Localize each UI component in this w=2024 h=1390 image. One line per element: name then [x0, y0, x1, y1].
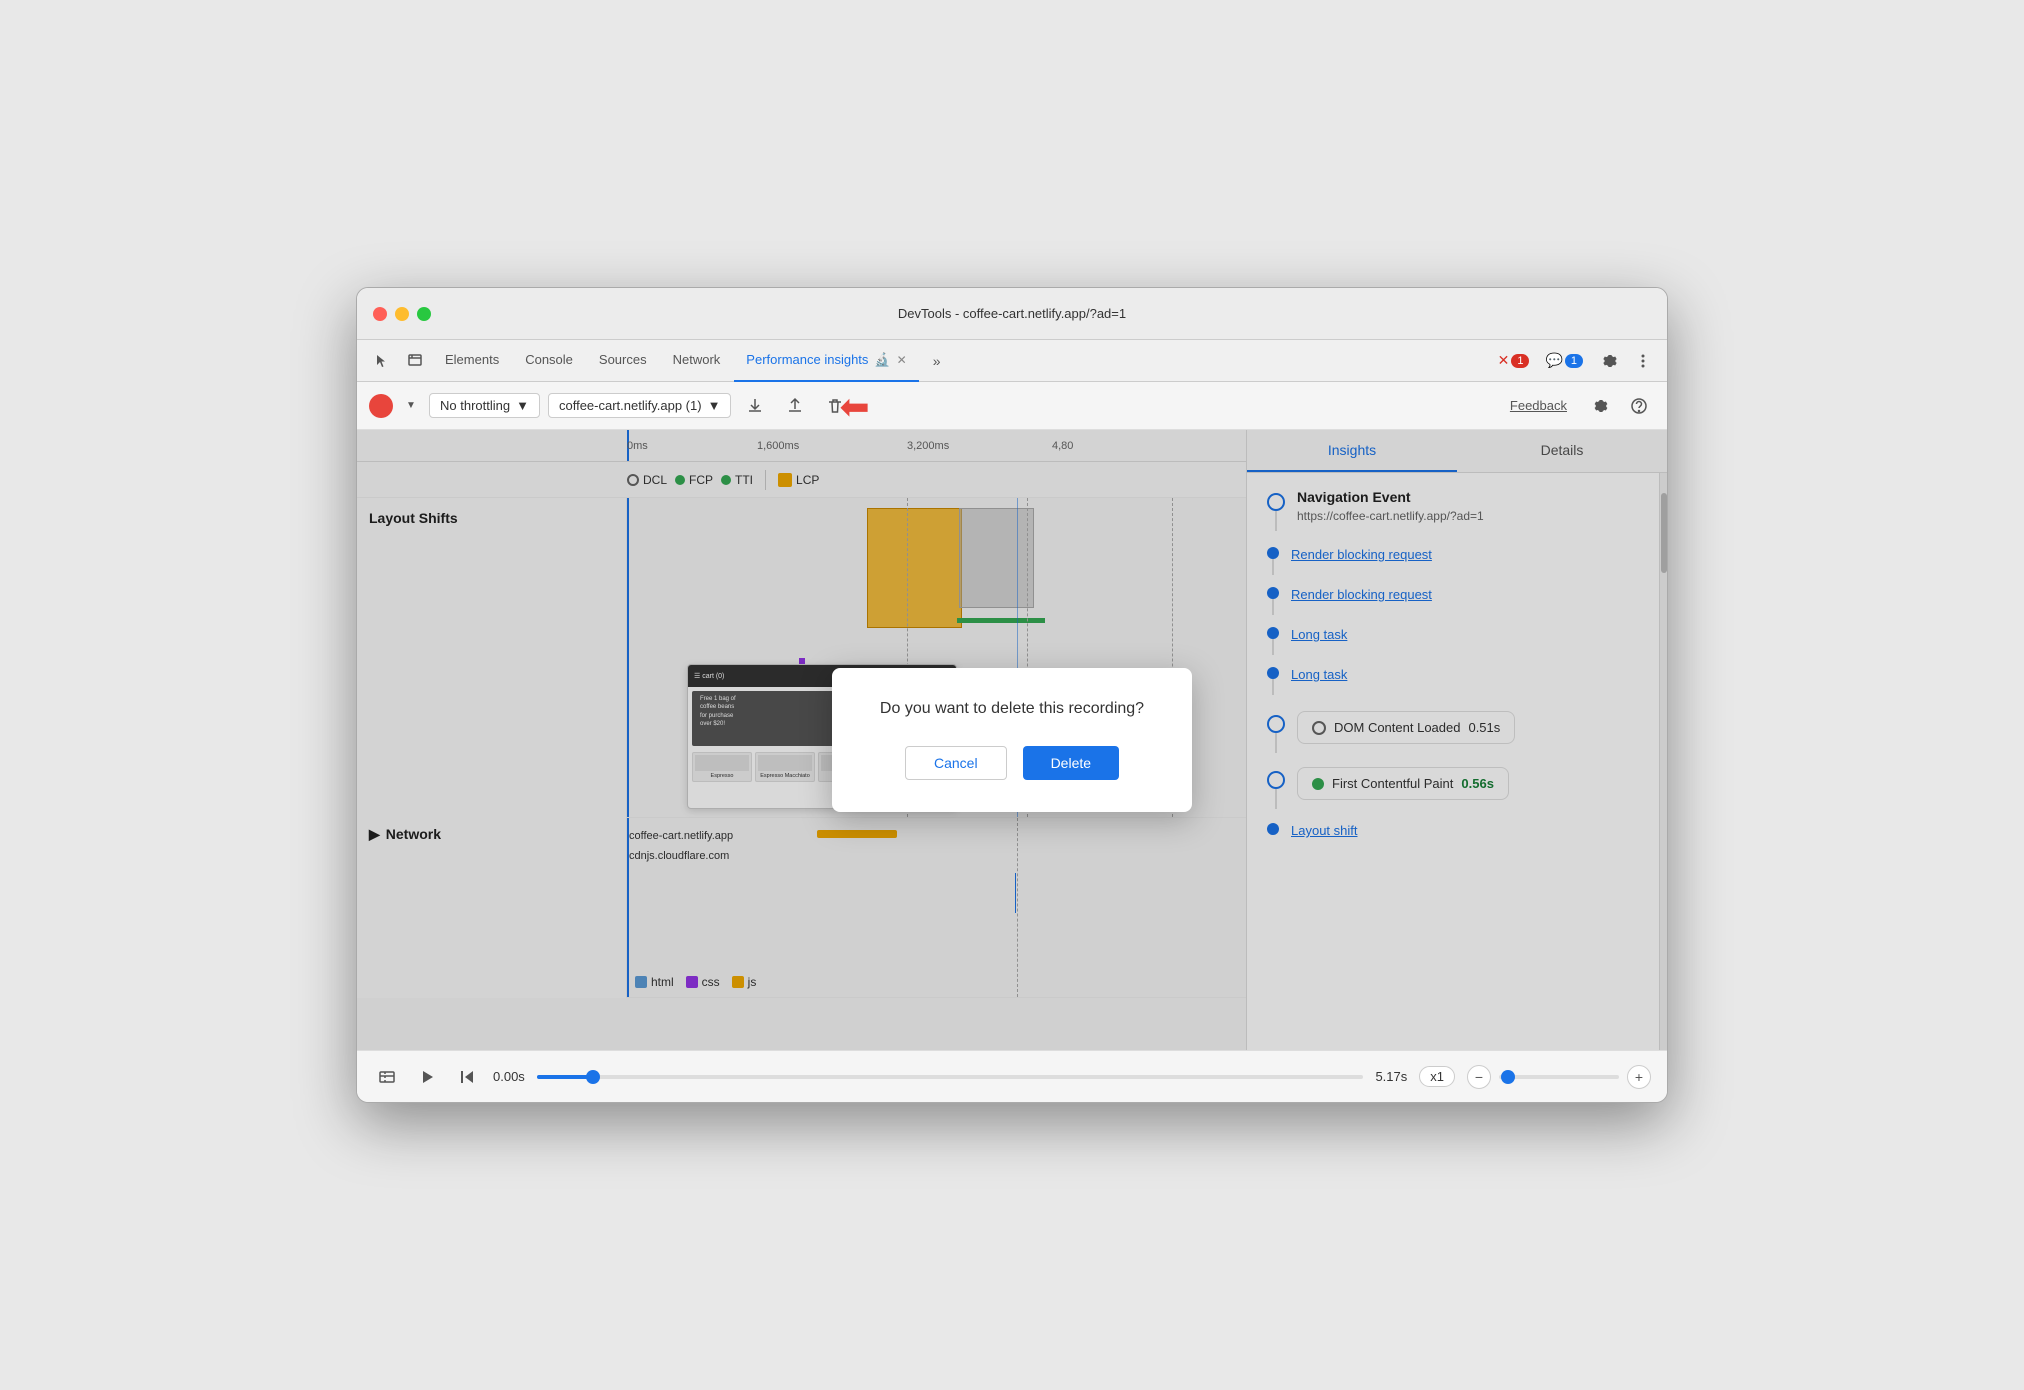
zoom-level: x1 — [1419, 1066, 1455, 1087]
help-icon[interactable] — [1623, 390, 1655, 422]
close-tab-icon[interactable]: ✕ — [897, 353, 907, 367]
maximize-button[interactable] — [417, 307, 431, 321]
devtools-window: DevTools - coffee-cart.netlify.app/?ad=1… — [356, 287, 1668, 1103]
cursor-icon[interactable] — [365, 345, 397, 377]
red-arrow-indicator: ⬅ — [839, 386, 869, 428]
feedback-link[interactable]: Feedback — [1510, 398, 1567, 413]
close-button[interactable] — [373, 307, 387, 321]
zoom-slider[interactable] — [1499, 1075, 1619, 1079]
more-tabs-icon[interactable]: » — [921, 345, 953, 377]
error-badge-button[interactable]: ✕ 1 — [1492, 345, 1538, 377]
zoom-out-button[interactable]: − — [1467, 1065, 1491, 1089]
zoom-control: − + — [1467, 1065, 1651, 1089]
settings-icon[interactable] — [1583, 390, 1615, 422]
dropdown-arrow-icon: ▼ — [708, 398, 721, 413]
site-dropdown[interactable]: coffee-cart.netlify.app (1) ▼ — [548, 393, 731, 418]
devtools-tabbar: Elements Console Sources Network Perform… — [357, 340, 1667, 382]
throttling-dropdown[interactable]: No throttling ▼ — [429, 393, 540, 418]
record-button[interactable] — [369, 394, 393, 418]
modal-buttons: Cancel Delete — [872, 746, 1152, 780]
window-controls — [373, 307, 431, 321]
time-start: 0.00s — [493, 1069, 525, 1084]
inspect-icon[interactable] — [399, 345, 431, 377]
more-options-icon[interactable] — [1627, 345, 1659, 377]
jump-start-button[interactable] — [453, 1063, 481, 1091]
modal-title: Do you want to delete this recording? — [872, 700, 1152, 718]
progress-thumb[interactable] — [586, 1070, 600, 1084]
screenshot-toggle-icon[interactable] — [373, 1063, 401, 1091]
toolbar: ▼ No throttling ▼ coffee-cart.netlify.ap… — [357, 382, 1667, 430]
delete-recording-modal: Do you want to delete this recording? Ca… — [832, 668, 1192, 812]
zoom-in-button[interactable]: + — [1627, 1065, 1651, 1089]
export-icon[interactable] — [739, 390, 771, 422]
record-dropdown-icon[interactable]: ▼ — [401, 390, 421, 422]
play-button[interactable] — [413, 1063, 441, 1091]
modal-cancel-button[interactable]: Cancel — [905, 746, 1007, 780]
message-badge-button[interactable]: 💬 1 — [1539, 345, 1591, 377]
tab-elements[interactable]: Elements — [433, 340, 511, 382]
main-area: 0ms 1,600ms 3,200ms 4,80 DCL FCP TTI — [357, 430, 1667, 1050]
bottom-controls: 0.00s 5.17s x1 − + — [357, 1050, 1667, 1102]
tab-console[interactable]: Console — [513, 340, 585, 382]
time-end: 5.17s — [1375, 1069, 1407, 1084]
titlebar: DevTools - coffee-cart.netlify.app/?ad=1 — [357, 288, 1667, 340]
modal-overlay: Do you want to delete this recording? Ca… — [357, 430, 1667, 1050]
settings-icon[interactable] — [1593, 345, 1625, 377]
tab-performance-insights[interactable]: Performance insights 🔬 ✕ — [734, 340, 918, 382]
import-icon[interactable] — [779, 390, 811, 422]
progress-slider[interactable] — [537, 1075, 1364, 1079]
tab-sources[interactable]: Sources — [587, 340, 659, 382]
modal-delete-button[interactable]: Delete — [1023, 746, 1119, 780]
tab-network[interactable]: Network — [661, 340, 733, 382]
dropdown-arrow-icon: ▼ — [516, 398, 529, 413]
zoom-thumb[interactable] — [1501, 1070, 1515, 1084]
minimize-button[interactable] — [395, 307, 409, 321]
window-title: DevTools - coffee-cart.netlify.app/?ad=1 — [898, 306, 1126, 321]
